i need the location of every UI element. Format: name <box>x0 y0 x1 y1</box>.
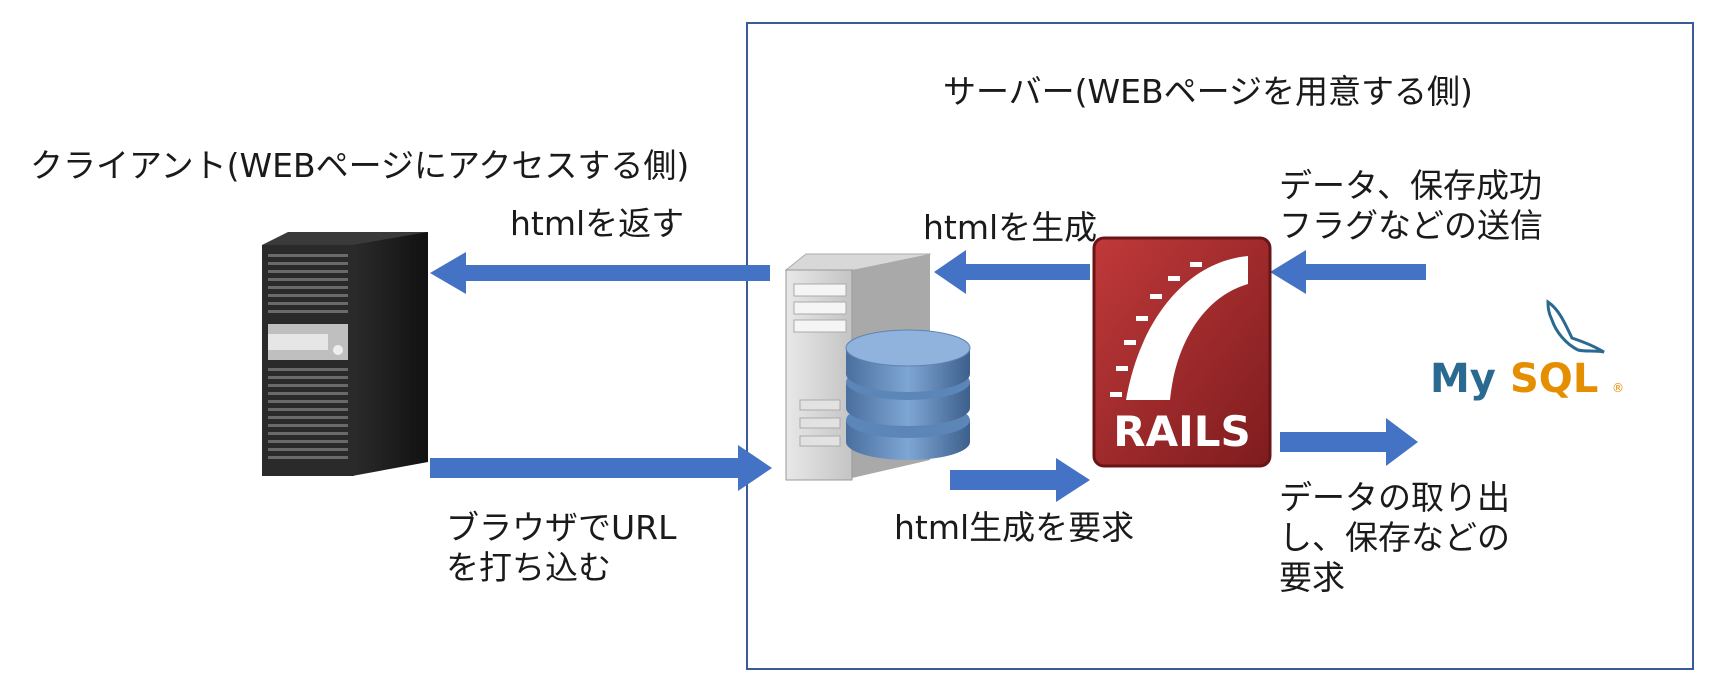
arrow-request-data <box>1280 418 1418 466</box>
mysql-logo-sql: SQL <box>1510 356 1598 402</box>
mysql-logo-reg: ® <box>1612 381 1624 395</box>
mysql-logo-icon: My SQL ® <box>1430 299 1624 402</box>
mysql-logo-my: My <box>1430 356 1496 402</box>
arrow-request-html <box>950 458 1090 502</box>
arrow-data-result <box>1270 250 1426 294</box>
arrow-return-html <box>430 252 770 294</box>
client-server-icon <box>262 232 428 476</box>
arrow-url-request <box>430 445 772 491</box>
rails-logo-icon: RAILS <box>1092 236 1272 468</box>
rails-logo-text: RAILS <box>1113 407 1250 456</box>
diagram-canvas: RAILS My SQL ® <box>262 232 1624 502</box>
arrow-generate-html <box>934 250 1090 294</box>
database-icon <box>845 329 971 460</box>
